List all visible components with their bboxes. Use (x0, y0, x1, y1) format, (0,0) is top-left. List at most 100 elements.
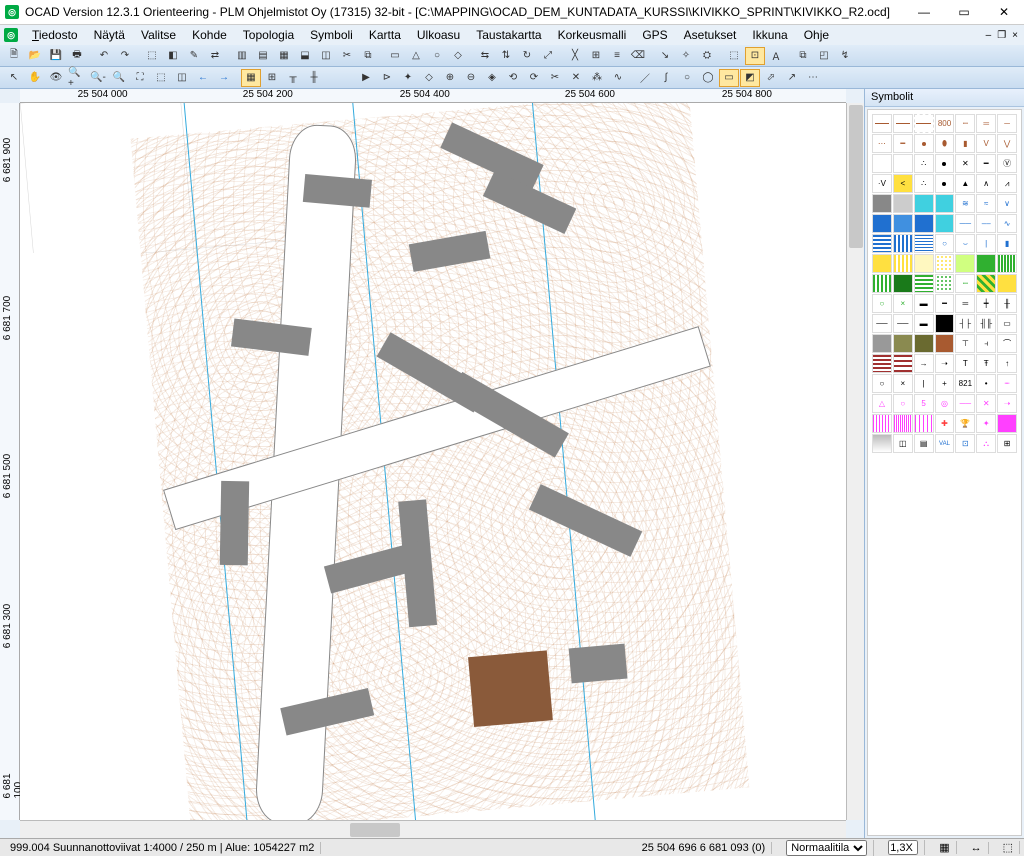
symbol-item[interactable] (914, 334, 934, 353)
tool-icon[interactable]: ⧉ (793, 47, 813, 65)
symbol-item[interactable]: ▮ (955, 134, 975, 153)
draw-line-icon[interactable]: ／ (635, 69, 655, 87)
symbol-item[interactable]: × (893, 374, 913, 393)
tool-icon[interactable]: ⊖ (461, 69, 481, 87)
tool-icon[interactable]: ⊕ (440, 69, 460, 87)
tool-icon[interactable]: ⊡ (745, 47, 765, 65)
symbol-item[interactable]: ⊞ (997, 434, 1017, 453)
mdi-restore-button[interactable]: ❐ (995, 30, 1008, 41)
undo-icon[interactable]: ↶ (94, 47, 114, 65)
symbol-item[interactable]: 5 (914, 394, 934, 413)
tool-icon[interactable]: ↘ (655, 47, 675, 65)
symbol-item[interactable]: ⬮ (935, 134, 955, 153)
symbol-item[interactable] (997, 254, 1017, 273)
symbol-item[interactable]: ▬ (914, 314, 934, 333)
scrollbar-horizontal[interactable] (20, 820, 846, 838)
symbol-item[interactable] (997, 414, 1017, 433)
symbol-item[interactable]: ┉ (955, 114, 975, 133)
symbol-item[interactable] (914, 194, 934, 213)
symbol-item[interactable]: ╢╟ (976, 314, 996, 333)
tool-icon[interactable]: ⁂ (587, 69, 607, 87)
hand-icon[interactable]: ✋ (25, 69, 45, 87)
tool-icon[interactable]: ◰ (814, 47, 834, 65)
tool-icon[interactable]: ⬚ (142, 47, 162, 65)
symbol-item[interactable] (893, 154, 913, 173)
symbol-item[interactable]: ┿ (976, 294, 996, 313)
symbol-item[interactable]: –– (976, 214, 996, 233)
menu-symboli[interactable]: Symboli (302, 26, 361, 44)
symbol-item[interactable] (914, 234, 934, 253)
symbol-item[interactable]: ▤ (914, 434, 934, 453)
map-canvas[interactable] (20, 103, 846, 820)
symbol-item[interactable] (935, 154, 955, 173)
symbol-item[interactable]: Ŧ (976, 354, 996, 373)
symbol-item[interactable] (872, 154, 892, 173)
zoom-sel-icon[interactable]: ⬚ (151, 69, 171, 87)
close-button[interactable]: ✕ (984, 0, 1024, 25)
zoom-out-icon[interactable]: 🔍- (88, 69, 108, 87)
tool-icon[interactable]: ⊞ (586, 47, 606, 65)
pointer-icon[interactable]: ↖ (4, 69, 24, 87)
symbol-item[interactable]: ○ (872, 294, 892, 313)
tool-icon[interactable]: ▤ (253, 47, 273, 65)
symbol-item[interactable] (893, 214, 913, 233)
menu-ikkuna[interactable]: Ikkuna (744, 26, 795, 44)
tool-icon[interactable]: ⟲ (503, 69, 523, 87)
symbol-item[interactable]: ○ (872, 374, 892, 393)
symbol-item[interactable] (914, 134, 934, 153)
symbol-item[interactable]: ┉ (997, 374, 1017, 393)
tool-icon[interactable]: ⋯ (803, 69, 823, 87)
tool-icon[interactable]: △ (406, 47, 426, 65)
menu-kartta[interactable]: Kartta (361, 26, 409, 44)
save-file-icon[interactable]: 💾 (46, 47, 66, 65)
symbol-item[interactable] (935, 254, 955, 273)
tool-icon[interactable]: ⬚ (724, 47, 744, 65)
tool-icon[interactable]: ⬀ (761, 69, 781, 87)
tool-icon[interactable]: ⤢ (538, 47, 558, 65)
symbol-item[interactable] (914, 114, 934, 133)
symbol-item[interactable]: ∿ (997, 214, 1017, 233)
zoom-icon[interactable]: 🔍 (109, 69, 129, 87)
symbol-item[interactable]: ▲ (955, 174, 975, 193)
tool-icon[interactable]: ⇅ (496, 47, 516, 65)
menu-topologia[interactable]: Topologia (235, 26, 302, 44)
symbol-item[interactable] (997, 274, 1017, 293)
open-file-icon[interactable]: 📂 (25, 47, 45, 65)
symbol-item[interactable]: ━ (976, 154, 996, 173)
nav-back-icon[interactable]: ← (193, 69, 213, 87)
symbol-item[interactable]: △ (872, 394, 892, 413)
tool-icon[interactable]: ╥ (283, 69, 303, 87)
zoom-in-icon[interactable]: 🔍+ (67, 69, 87, 87)
symbol-item[interactable] (935, 334, 955, 353)
tool-icon[interactable]: ○ (427, 47, 447, 65)
symbol-item[interactable]: VAL (935, 434, 955, 453)
tool-icon[interactable]: ≡ (607, 47, 627, 65)
symbol-item[interactable]: ∨ (997, 194, 1017, 213)
draw-rect-icon[interactable]: ▭ (719, 69, 739, 87)
nav-fwd-icon[interactable]: → (214, 69, 234, 87)
symbol-item[interactable]: ═ (976, 114, 996, 133)
symbol-item[interactable] (893, 414, 913, 433)
tool-icon[interactable]: ↯ (835, 47, 855, 65)
tool-icon[interactable]: ⛭ (697, 47, 717, 65)
symbol-item[interactable] (872, 354, 892, 373)
redo-icon[interactable]: ↷ (115, 47, 135, 65)
symbol-item[interactable] (872, 414, 892, 433)
tool-icon[interactable]: ⬓ (295, 47, 315, 65)
symbol-item[interactable]: ⌒ (997, 334, 1017, 353)
symbol-item[interactable] (914, 274, 934, 293)
symbol-item[interactable]: → (914, 354, 934, 373)
tool-icon[interactable]: ⧉ (358, 47, 378, 65)
draw-tool-icon[interactable]: ◩ (740, 69, 760, 87)
draw-curve-icon[interactable]: ∫ (656, 69, 676, 87)
scrollbar-thumb[interactable] (849, 105, 863, 248)
symbol-item[interactable]: T (955, 354, 975, 373)
symbol-item[interactable]: | (914, 374, 934, 393)
mode-select[interactable]: Normaalitila (786, 840, 867, 856)
symbol-item[interactable] (914, 254, 934, 273)
symbol-item[interactable]: ▬ (914, 294, 934, 313)
symbol-item[interactable]: ⫞ (976, 334, 996, 353)
symbol-item[interactable]: ⋁ (997, 134, 1017, 153)
tool-icon[interactable]: Ａ (766, 47, 786, 65)
select-tool-icon[interactable]: ▶ (356, 69, 376, 87)
